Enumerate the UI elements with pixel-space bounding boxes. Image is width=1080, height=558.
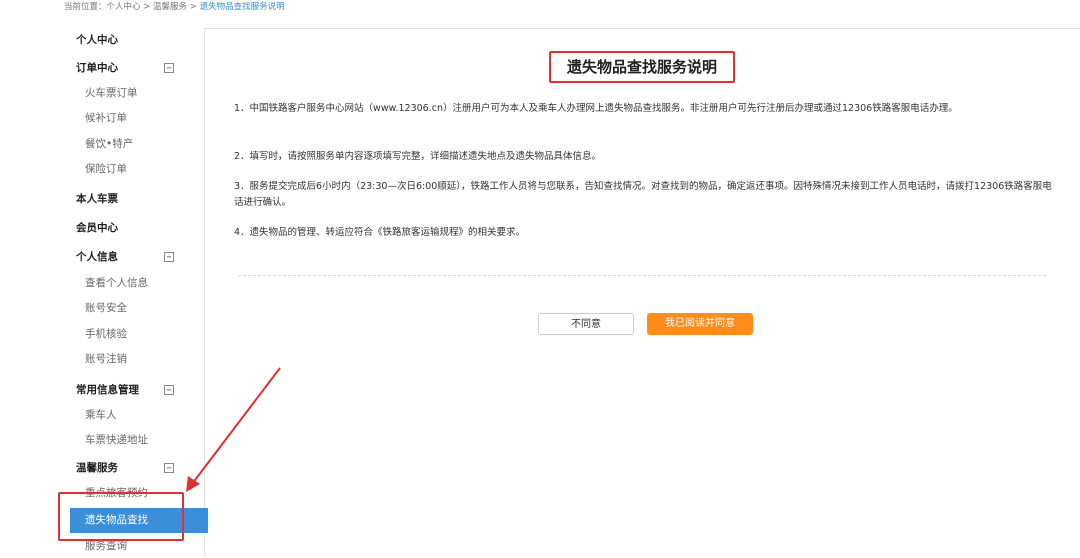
annotation-arrow-icon [186,367,281,492]
